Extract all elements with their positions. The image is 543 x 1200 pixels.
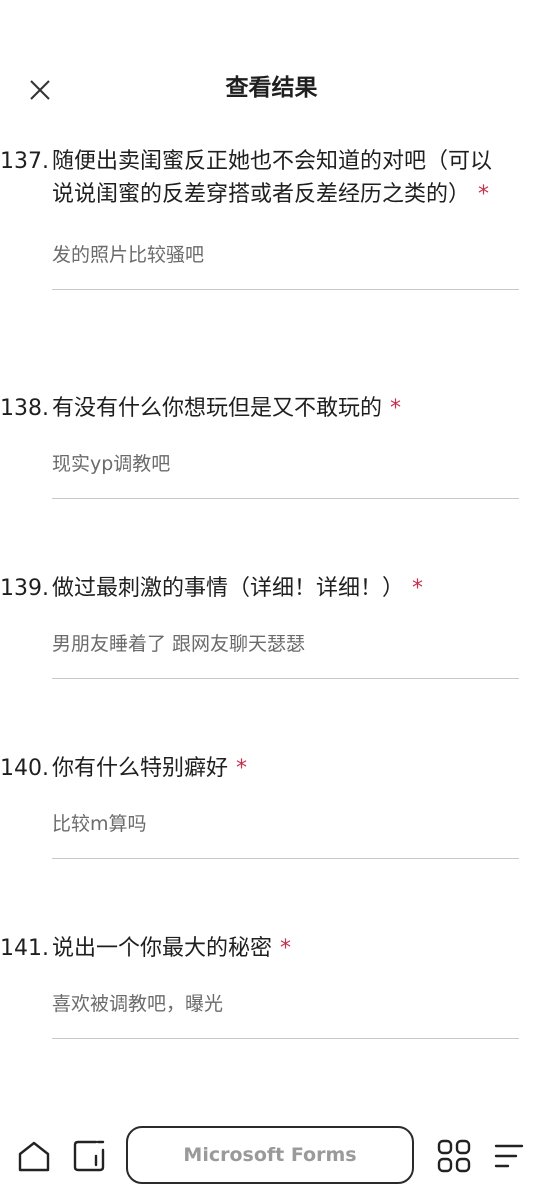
question-139: 139. 做过最刺激的事情（详细！详细！） * 男朋友睡着了 跟网友聊天瑟瑟 (0, 572, 543, 679)
required-mark: * (478, 182, 490, 207)
answer-field: 现实yp调教吧 (52, 425, 519, 499)
question-title: 139. 做过最刺激的事情（详细！详细！） * (0, 572, 543, 605)
page-title: 查看结果 (225, 75, 318, 101)
answer-text: 喜欢被调教吧，曝光 (52, 993, 224, 1015)
question-title: 138. 有没有什么你想玩但是又不敢玩的 * (0, 392, 543, 425)
home-icon[interactable] (16, 1138, 52, 1174)
grid-apps-icon[interactable] (436, 1138, 472, 1174)
answer-field: 比较m算吗 (52, 785, 519, 859)
question-text: 有没有什么你想玩但是又不敢玩的 (52, 396, 383, 421)
answer-field: 男朋友睡着了 跟网友聊天瑟瑟 (52, 605, 519, 679)
answer-field: 发的照片比较骚吧 (52, 211, 519, 290)
question-number: 139. (0, 576, 49, 601)
question-title: 140. 你有什么特别癖好 * (0, 752, 543, 785)
question-number: 138. (0, 396, 49, 421)
tabs-icon[interactable] (72, 1138, 108, 1174)
required-mark: * (412, 576, 424, 601)
question-title: 141. 说出一个你最大的秘密 * (0, 932, 543, 965)
answer-field: 喜欢被调教吧，曝光 (52, 965, 519, 1039)
answer-text: 发的照片比较骚吧 (52, 244, 205, 266)
required-mark: * (390, 396, 402, 421)
question-text: 你有什么特别癖好 (52, 756, 229, 781)
question-text: 说出一个你最大的秘密 (52, 936, 273, 961)
answer-text: 现实yp调教吧 (52, 453, 171, 475)
answer-text: 男朋友睡着了 跟网友聊天瑟瑟 (52, 633, 306, 655)
header: 查看结果 (0, 60, 543, 116)
question-141: 141. 说出一个你最大的秘密 * 喜欢被调教吧，曝光 (0, 932, 543, 1039)
menu-icon[interactable] (492, 1138, 528, 1174)
address-bar[interactable]: Microsoft Forms (126, 1126, 414, 1184)
question-140: 140. 你有什么特别癖好 * 比较m算吗 (0, 752, 543, 859)
address-bar-label: Microsoft Forms (183, 1144, 357, 1166)
question-138: 138. 有没有什么你想玩但是又不敢玩的 * 现实yp调教吧 (0, 326, 543, 572)
answer-text: 比较m算吗 (52, 813, 147, 835)
questions-list: 137. 随便出卖闺蜜反正她也不会知道的对吧（可以说说闺蜜的反差穿搭或者反差经历… (0, 145, 543, 1039)
browser-bottom-bar: Microsoft Forms (0, 1120, 543, 1200)
question-number: 140. (0, 756, 49, 781)
question-title: 137. 随便出卖闺蜜反正她也不会知道的对吧（可以说说闺蜜的反差穿搭或者反差经历… (0, 145, 543, 211)
question-number: 141. (0, 936, 49, 961)
question-number: 137. (0, 149, 49, 174)
required-mark: * (236, 756, 248, 781)
question-137: 137. 随便出卖闺蜜反正她也不会知道的对吧（可以说说闺蜜的反差穿搭或者反差经历… (0, 145, 543, 326)
question-text: 随便出卖闺蜜反正她也不会知道的对吧（可以说说闺蜜的反差穿搭或者反差经历之类的） (52, 149, 493, 207)
question-text: 做过最刺激的事情（详细！详细！） (52, 576, 405, 601)
required-mark: * (280, 936, 292, 961)
